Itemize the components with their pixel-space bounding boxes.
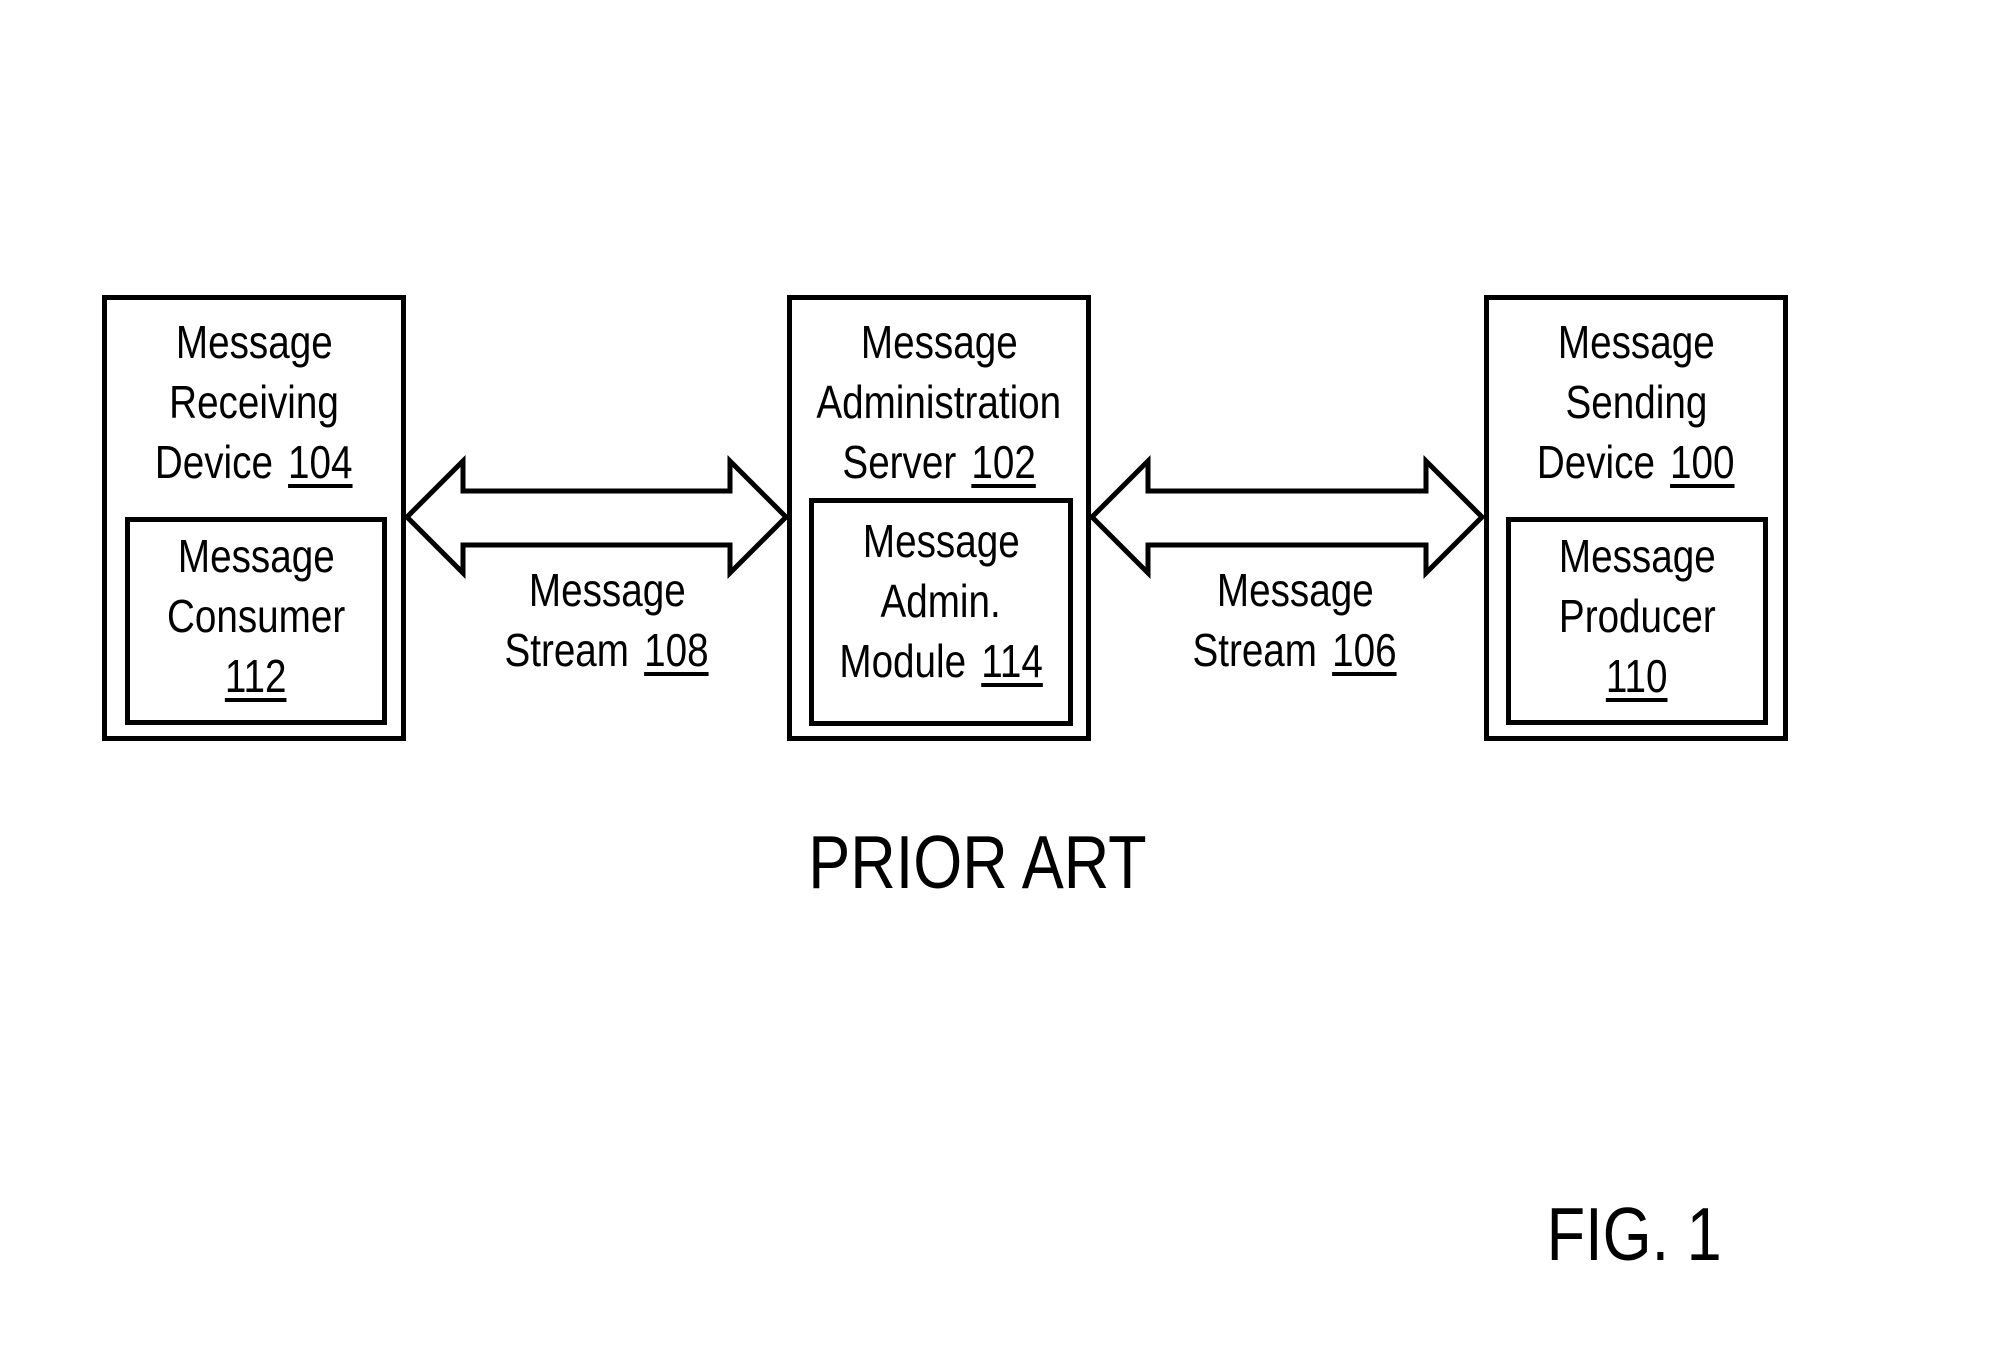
message-stream-108-label: Message Stream 108 xyxy=(504,564,710,676)
figure-caption: FIG. 1 xyxy=(1546,1192,1722,1276)
ref-number-108: 108 xyxy=(644,624,710,676)
message-stream-106-label: Message Stream 106 xyxy=(1192,564,1398,676)
ref-number-106: 106 xyxy=(1332,624,1398,676)
message-stream-108-arrow xyxy=(403,454,1486,580)
double-arrow-icon xyxy=(403,454,790,580)
prior-art-label: PRIOR ART xyxy=(808,820,1147,904)
double-arrow-icon xyxy=(1088,454,1486,580)
